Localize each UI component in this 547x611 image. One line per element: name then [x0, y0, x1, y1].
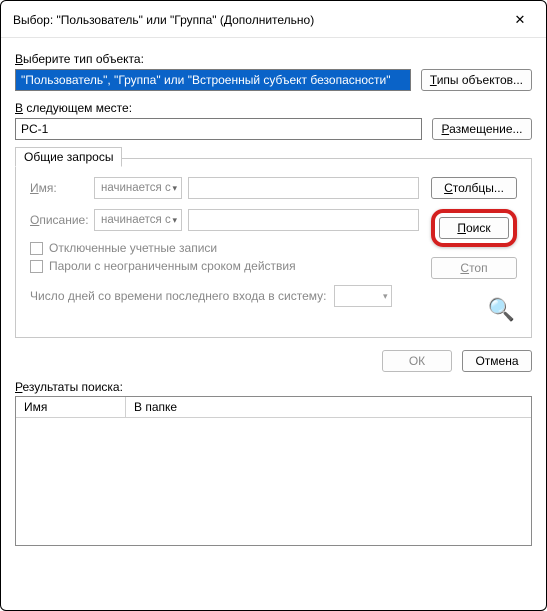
stop-button[interactable]: Стоп — [431, 257, 517, 279]
noexpire-passwords-checkbox-row[interactable]: Пароли с неограниченным сроком действия — [30, 259, 419, 273]
name-input[interactable] — [188, 177, 419, 199]
name-match-select[interactable]: начинается с ▾ — [94, 177, 182, 199]
description-match-select[interactable]: начинается с ▾ — [94, 209, 182, 231]
columns-button-accel: С — [444, 181, 453, 195]
locations-button-text: азмещение... — [449, 122, 522, 136]
ok-button[interactable]: ОК — [382, 350, 452, 372]
chevron-down-icon: ▾ — [383, 291, 388, 302]
stop-button-text: топ — [469, 261, 488, 275]
object-type-value[interactable]: "Пользователь", "Группа" или "Встроенный… — [15, 69, 411, 91]
description-label-accel: О — [30, 213, 39, 227]
description-match-value: начинается с — [101, 214, 171, 226]
days-since-login-select[interactable]: ▾ — [334, 285, 392, 307]
search-button-highlight: Поиск — [431, 209, 517, 247]
disabled-accounts-label: Отключенные учетные записи — [49, 241, 217, 255]
chevron-down-icon: ▾ — [172, 183, 177, 194]
object-type-label-accel: В — [15, 52, 23, 66]
content-area: Выберите тип объекта: "Пользователь", "Г… — [1, 38, 546, 338]
description-input[interactable] — [188, 209, 419, 231]
noexpire-passwords-label: Пароли с неограниченным сроком действия — [49, 259, 296, 273]
find-now-button-accel: П — [457, 221, 466, 235]
queries-form: Имя: начинается с ▾ Описание: — [30, 177, 419, 323]
object-type-label-text: ыберите тип объекта: — [23, 52, 144, 66]
disabled-accounts-checkbox-row[interactable]: Отключенные учетные записи — [30, 241, 419, 255]
column-header-name[interactable]: Имя — [16, 397, 126, 417]
location-value[interactable]: PC-1 — [15, 118, 422, 140]
name-label: Имя: — [30, 181, 88, 195]
description-label: Описание: — [30, 213, 88, 227]
titlebar: Выбор: "Пользователь" или "Группа" (Допо… — [1, 1, 546, 38]
common-queries-panel: Общие запросы Имя: начинается с ▾ — [15, 158, 532, 338]
dialog-buttons: ОК Отмена — [1, 338, 546, 380]
results-header: Имя В папке — [16, 397, 531, 418]
checkbox-icon — [30, 242, 43, 255]
results-label: Результаты поиска: — [1, 380, 546, 396]
object-types-button-accel: Т — [430, 73, 437, 87]
results-list[interactable]: Имя В папке — [15, 396, 532, 546]
common-queries-tab[interactable]: Общие запросы — [15, 147, 122, 167]
dialog-window: Выбор: "Пользователь" или "Группа" (Допо… — [0, 0, 547, 611]
results-label-text: езультаты поиска: — [22, 380, 122, 394]
window-title: Выбор: "Пользователь" или "Группа" (Допо… — [13, 13, 314, 27]
columns-button[interactable]: Столбцы... — [431, 177, 517, 199]
object-types-button[interactable]: Типы объектов... — [421, 69, 532, 91]
magnifier-icon: 🔍 — [488, 297, 517, 323]
column-header-folder[interactable]: В папке — [126, 397, 531, 417]
object-type-label: Выберите тип объекта: — [15, 52, 532, 66]
find-now-button-text: оиск — [466, 221, 491, 235]
find-now-button[interactable]: Поиск — [439, 217, 509, 239]
object-types-button-text: ипы объектов... — [437, 73, 523, 87]
checkbox-icon — [30, 260, 43, 273]
description-label-text: писание: — [39, 213, 88, 227]
close-icon: ✕ — [515, 12, 526, 28]
columns-button-text: толбцы... — [453, 181, 504, 195]
locations-button-accel: Р — [442, 122, 450, 136]
side-buttons: Столбцы... Поиск Стоп 🔍 — [431, 177, 517, 323]
name-label-text: мя: — [39, 181, 57, 195]
close-button[interactable]: ✕ — [504, 9, 536, 31]
name-label-accel: И — [30, 181, 39, 195]
location-label-text: следующем месте: — [23, 101, 132, 115]
chevron-down-icon: ▾ — [172, 215, 177, 226]
days-since-login-label: Число дней со времени последнего входа в… — [30, 289, 326, 303]
location-label-accel: В — [15, 101, 23, 115]
name-match-value: начинается с — [101, 182, 171, 194]
stop-button-accel: С — [460, 261, 469, 275]
location-label: В следующем месте: — [15, 101, 532, 115]
locations-button[interactable]: Размещение... — [432, 118, 532, 140]
cancel-button[interactable]: Отмена — [462, 350, 532, 372]
